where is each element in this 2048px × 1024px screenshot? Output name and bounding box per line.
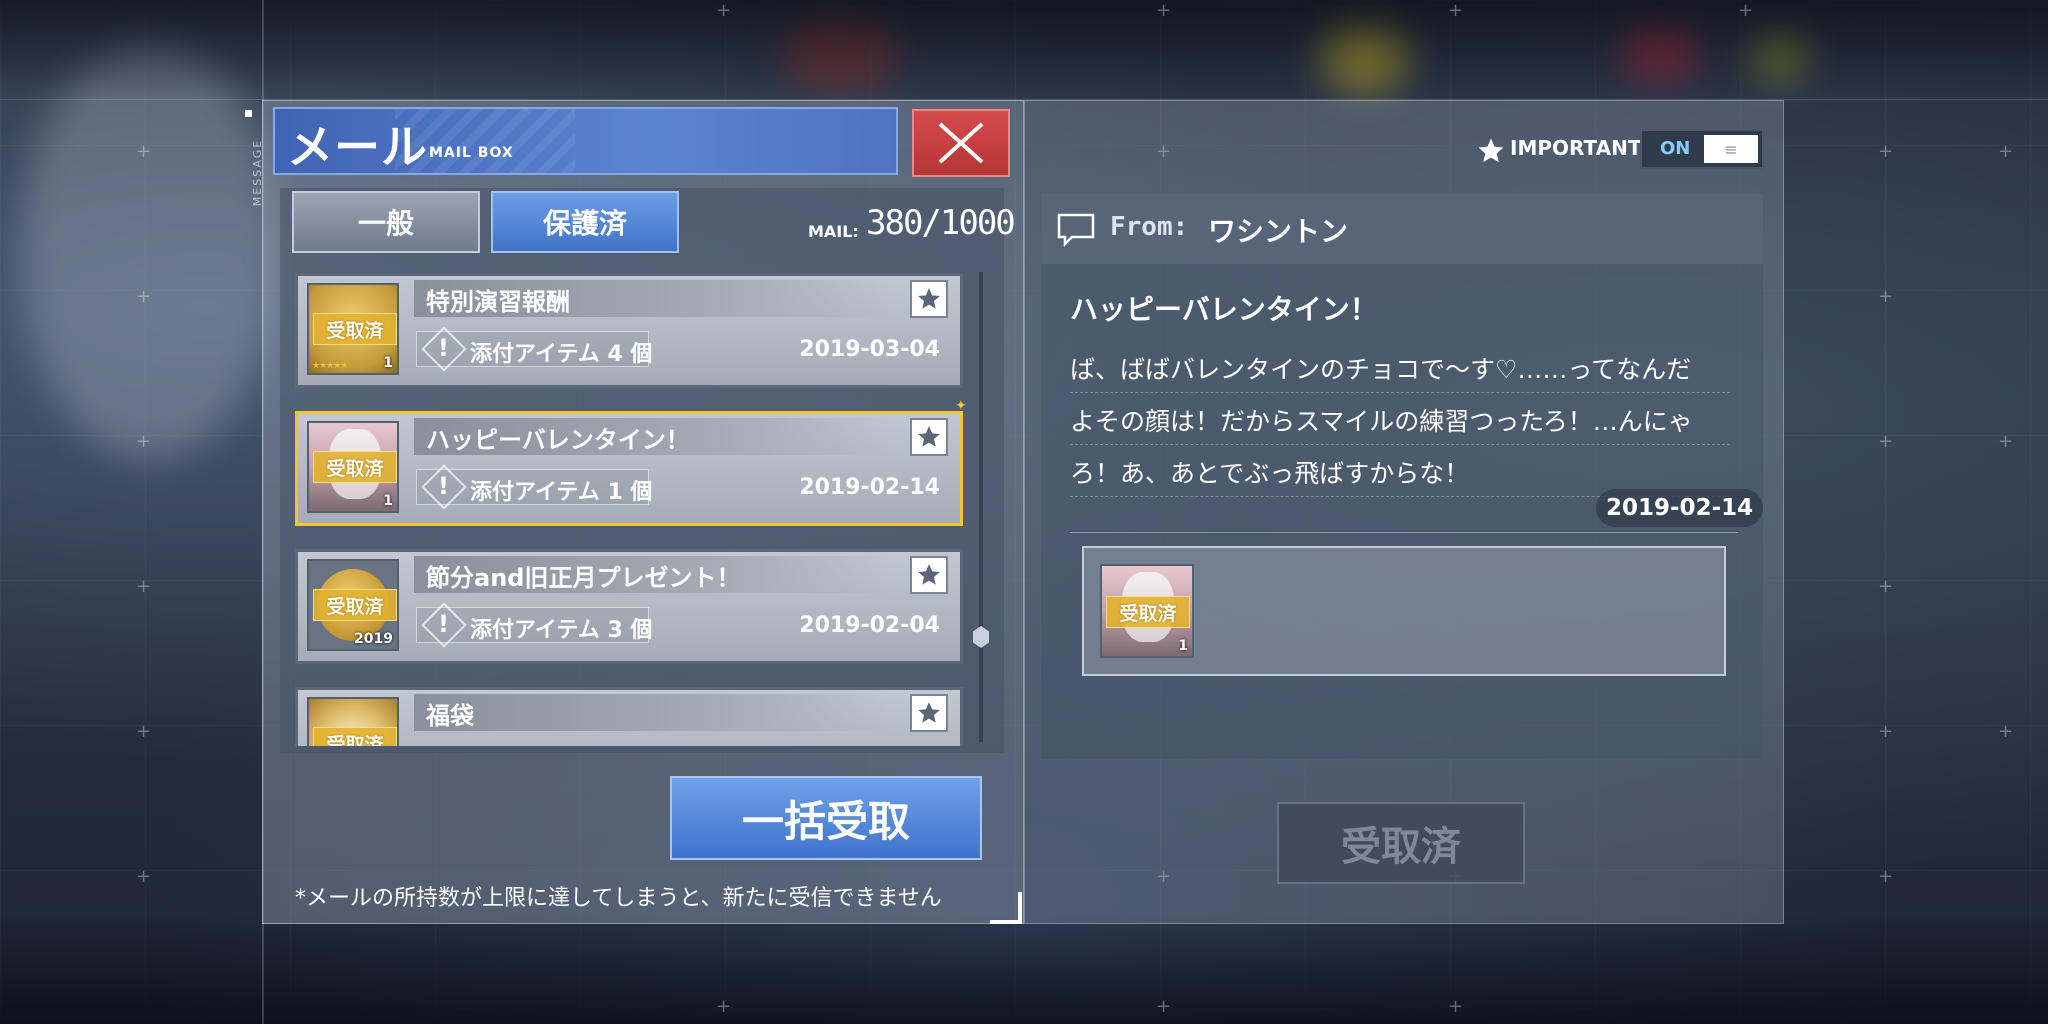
toggle-state: ON: [1660, 138, 1691, 159]
mail-item[interactable]: 受取済 ★★★★★ 1 特別演習報酬 ! 添付アイテム 4 個 2019-03-…: [295, 273, 963, 388]
sender-name: ワシントン: [1208, 215, 1349, 248]
grid-plus-icon: +: [1448, 0, 1464, 21]
item-count: 1: [383, 355, 393, 371]
reward-stars-icon: 受取済 ★★★★★ 1: [307, 283, 399, 375]
page-title: メール: [287, 120, 428, 174]
grid-plus-icon: +: [1878, 576, 1894, 597]
toggle-knob[interactable]: ≡: [1704, 135, 1758, 163]
scrollbar[interactable]: [979, 272, 983, 742]
mail-title: 節分and旧正月プレゼント！: [426, 564, 741, 592]
speech-bubble-icon: [1057, 213, 1095, 248]
mail-detail-date: 2019-02-14: [1596, 489, 1764, 527]
grid-plus-icon: +: [136, 431, 152, 452]
grid-plus-icon: +: [136, 721, 152, 742]
mail-body-line: よその顔は！だからスマイルの練習つったろ！…んにゃ: [1070, 402, 1730, 445]
mail-date: 2019-02-14: [799, 475, 940, 500]
star-icon: [918, 564, 940, 585]
grid-plus-icon: +: [1878, 431, 1894, 452]
grid-plus-icon: +: [1448, 996, 1464, 1017]
grid-plus-icon: +: [1998, 141, 2014, 162]
favorite-star-button[interactable]: [910, 556, 948, 594]
alert-icon: !: [438, 610, 449, 638]
important-toggle[interactable]: ON ≡: [1640, 129, 1764, 169]
attachment-count: 添付アイテム 3 個: [470, 618, 653, 643]
attachment-character-icon[interactable]: 受取済 1: [1100, 564, 1194, 658]
alert-icon: !: [438, 334, 449, 362]
mail-title-bar: [414, 694, 894, 731]
grid-plus-icon: +: [1878, 141, 1894, 162]
star-icon: [918, 288, 940, 309]
mail-item[interactable]: 受取済 2019 節分and旧正月プレゼント！ ! 添付アイテム 3 個 201…: [295, 549, 963, 664]
grid-plus-icon: +: [1156, 996, 1172, 1017]
title-bar: メール MAIL BOX: [273, 107, 898, 175]
item-year: 2019: [354, 631, 393, 647]
grid-plus-icon: +: [136, 141, 152, 162]
side-label: MESSAGE: [236, 110, 264, 220]
tab-protected[interactable]: 保護済: [491, 191, 679, 253]
item-count: 1: [1178, 638, 1188, 654]
mail-date: 2019-03-04: [799, 337, 940, 362]
item-count: 1: [383, 493, 393, 509]
grid-plus-icon: +: [136, 286, 152, 307]
grid-plus-icon: +: [136, 866, 152, 887]
alert-icon: !: [438, 472, 449, 500]
close-button[interactable]: [912, 109, 1010, 177]
corner-decoration: [990, 892, 1022, 924]
divider: [1070, 532, 1738, 533]
claimed-badge: 受取済: [1106, 596, 1190, 628]
mail-count-label: MAIL:: [808, 222, 859, 241]
claimed-badge: 受取済: [313, 451, 397, 483]
mail-body-line: ば、ばばバレンタインのチョコで〜す♡……ってなんだ: [1070, 350, 1730, 393]
favorite-star-button[interactable]: [910, 280, 948, 318]
mail-count: 380/1000: [866, 203, 1016, 243]
attachment-count: 添付アイテム 4 個: [470, 342, 653, 367]
grid-plus-icon: +: [1998, 721, 2014, 742]
favorite-star-button[interactable]: [910, 418, 948, 456]
grid-plus-icon: +: [716, 0, 732, 21]
character-portrait-icon: 受取済 1: [307, 421, 399, 513]
grid-plus-icon: +: [1738, 0, 1754, 21]
claimed-badge: 受取済: [313, 313, 397, 345]
attachment-count: 添付アイテム 1 個: [470, 480, 653, 505]
mail-date: 2019-02-04: [799, 613, 940, 638]
claim-all-button[interactable]: 一括受取: [670, 776, 982, 860]
claimed-button[interactable]: 受取済: [1277, 802, 1525, 884]
important-star-icon: [1478, 138, 1504, 163]
favorite-star-button[interactable]: [910, 694, 948, 732]
sparkle-icon: ✦: [955, 398, 967, 414]
important-label: IMPORTANT: [1510, 136, 1642, 160]
mail-title: 特別演習報酬: [426, 288, 570, 316]
gold-coin-icon: 受取済 2019: [307, 559, 399, 651]
background-bottom-bar: [0, 914, 2048, 1024]
grid-plus-icon: +: [1878, 286, 1894, 307]
mail-title: ハッピーバレンタイン！: [426, 426, 690, 454]
close-icon: [938, 122, 984, 164]
side-label-text: MESSAGE: [251, 138, 265, 207]
mail-limit-notice: *メールの所持数が上限に達してしまうと、新たに受信できません: [295, 886, 942, 911]
star-icon: [918, 702, 940, 723]
grid-plus-icon: +: [1998, 431, 2014, 452]
side-label-marker: [245, 110, 252, 117]
grid-plus-icon: +: [1878, 721, 1894, 742]
grid-plus-icon: +: [1156, 0, 1172, 21]
rarity-stars-icon: ★★★★★: [312, 361, 348, 371]
page-subtitle: MAIL BOX: [429, 145, 514, 161]
grid-plus-icon: +: [136, 576, 152, 597]
mail-detail-title: ハッピーバレンタイン！: [1070, 293, 1378, 326]
grid-plus-icon: +: [1878, 866, 1894, 887]
grid-plus-icon: +: [716, 996, 732, 1017]
tab-general[interactable]: 一般: [292, 191, 480, 253]
sender-label: From:: [1110, 212, 1189, 242]
mail-title: 福袋: [426, 702, 474, 730]
claimed-badge: 受取済: [313, 589, 397, 621]
mail-item-selected[interactable]: 受取済 1 ハッピーバレンタイン！ ! 添付アイテム 1 個 2019-02-1…: [295, 411, 963, 526]
star-icon: [918, 426, 940, 447]
